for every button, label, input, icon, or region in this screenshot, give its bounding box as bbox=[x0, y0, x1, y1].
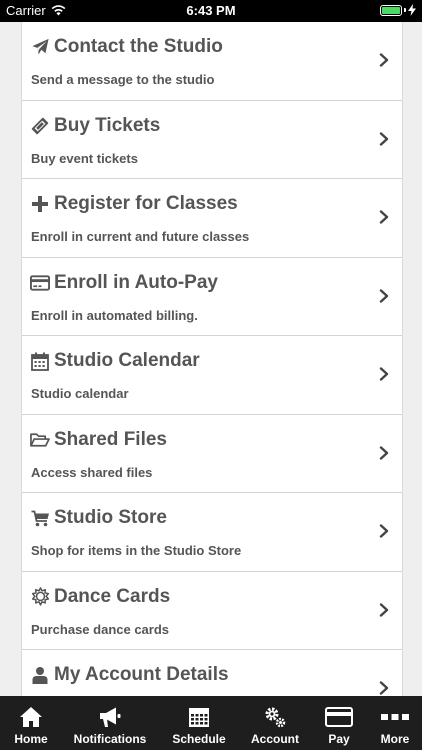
calendar-grid-icon bbox=[188, 705, 210, 729]
plus-icon bbox=[30, 194, 50, 214]
menu-item-subtitle: Studio calendar bbox=[31, 386, 129, 401]
megaphone-icon bbox=[98, 705, 122, 729]
calendar-icon bbox=[30, 351, 50, 371]
chevron-right-icon bbox=[379, 367, 389, 381]
menu-item-buy-tickets[interactable]: Buy Tickets Buy event tickets bbox=[22, 101, 402, 179]
tab-schedule[interactable]: Schedule bbox=[158, 696, 240, 750]
chevron-right-icon bbox=[379, 288, 389, 303]
tab-label: Pay bbox=[328, 732, 350, 746]
menu-item-studio-store[interactable]: Studio Store Shop for items in the Studi… bbox=[22, 493, 402, 572]
menu-item-subtitle: Enroll in automated billing. bbox=[31, 307, 198, 323]
menu-item-subtitle: Send a message to the studio bbox=[31, 72, 215, 87]
menu-item-title: My Account Details bbox=[54, 664, 229, 685]
tab-label: Schedule bbox=[172, 732, 226, 746]
tab-home[interactable]: Home bbox=[0, 696, 62, 750]
menu-item-subtitle: Shop for items in the Studio Store bbox=[31, 543, 242, 558]
tab-bar: Home Notifications Schedule Account Pay … bbox=[0, 696, 422, 750]
ticket-icon bbox=[30, 116, 50, 136]
battery-icon bbox=[380, 4, 402, 16]
menu-item-contact-studio[interactable]: Contact the Studio Send a message to the… bbox=[22, 22, 402, 101]
menu-item-subtitle: Enroll in current and future classes bbox=[31, 229, 250, 244]
paper-plane-icon bbox=[30, 37, 50, 57]
tab-label: Notifications bbox=[73, 732, 147, 746]
tab-more[interactable]: More bbox=[368, 696, 422, 750]
gear-icon bbox=[30, 587, 50, 607]
tab-account[interactable]: Account bbox=[240, 696, 310, 750]
chevron-right-icon bbox=[379, 131, 389, 146]
menu-item-studio-calendar[interactable]: Studio Calendar Studio calendar bbox=[22, 336, 402, 415]
menu-item-register-classes[interactable]: Register for Classes Enroll in current a… bbox=[22, 179, 402, 258]
menu-item-title: Shared Files bbox=[54, 428, 167, 450]
tab-label: Home bbox=[14, 732, 48, 746]
folder-open-icon bbox=[30, 430, 50, 450]
chevron-right-icon bbox=[379, 210, 389, 224]
chevron-right-icon bbox=[379, 524, 389, 538]
tab-label: More bbox=[380, 732, 410, 746]
menu-item-my-account-details[interactable]: My Account Details bbox=[22, 650, 402, 696]
more-icon bbox=[381, 705, 409, 729]
menu-item-title: Register for Classes bbox=[54, 193, 238, 214]
menu-item-title: Studio Calendar bbox=[54, 350, 200, 371]
menu-item-subtitle: Access shared files bbox=[31, 464, 153, 480]
chevron-right-icon bbox=[379, 602, 389, 617]
tab-label: Account bbox=[251, 732, 299, 746]
tab-pay[interactable]: Pay bbox=[310, 696, 368, 750]
menu-item-title: Enroll in Auto-Pay bbox=[54, 271, 218, 293]
menu-item-enroll-autopay[interactable]: Enroll in Auto-Pay Enroll in automated b… bbox=[22, 258, 402, 336]
menu-item-title: Buy Tickets bbox=[54, 114, 161, 136]
credit-card-icon bbox=[325, 705, 353, 729]
menu-item-subtitle: Purchase dance cards bbox=[31, 621, 170, 637]
chevron-right-icon bbox=[379, 681, 389, 695]
shopping-cart-icon bbox=[30, 508, 50, 528]
menu-list: Contact the Studio Send a message to the… bbox=[21, 22, 403, 696]
menu-item-shared-files[interactable]: Shared Files Access shared files bbox=[22, 415, 402, 493]
chevron-right-icon bbox=[379, 53, 389, 67]
status-time: 6:43 PM bbox=[186, 3, 236, 18]
gears-icon bbox=[263, 705, 287, 729]
tab-notifications[interactable]: Notifications bbox=[62, 696, 158, 750]
status-bar: Carrier 6:43 PM bbox=[0, 0, 422, 22]
user-icon bbox=[30, 665, 50, 685]
menu-item-title: Dance Cards bbox=[54, 585, 171, 607]
charging-bolt-icon bbox=[408, 4, 416, 16]
menu-item-dance-cards[interactable]: Dance Cards Purchase dance cards bbox=[22, 572, 402, 650]
menu-item-subtitle: Buy event tickets bbox=[31, 150, 138, 166]
menu-item-title: Studio Store bbox=[54, 507, 167, 528]
home-icon bbox=[19, 705, 43, 729]
chevron-right-icon bbox=[379, 445, 389, 460]
menu-item-title: Contact the Studio bbox=[54, 36, 223, 57]
credit-card-icon bbox=[30, 273, 50, 293]
